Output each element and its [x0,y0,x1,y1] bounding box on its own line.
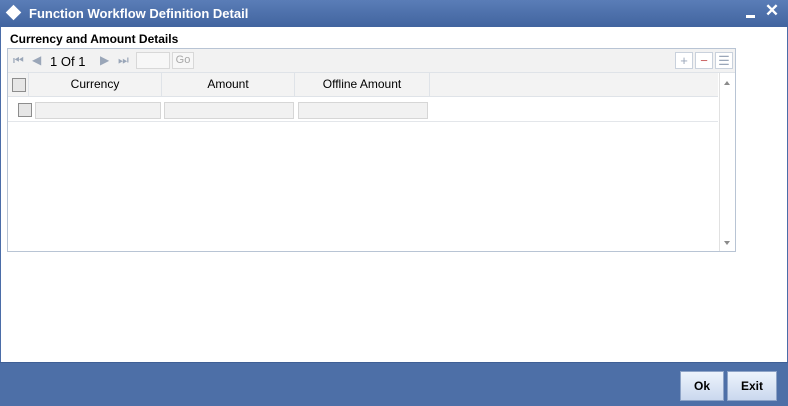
minimize-icon[interactable] [744,6,758,20]
previous-page-icon[interactable]: ◀ [32,53,41,67]
select-all-checkbox[interactable] [12,78,26,92]
row-select-checkbox[interactable] [18,103,32,117]
column-header-currency[interactable]: Currency [29,73,162,96]
vertical-scrollbar[interactable] [719,73,735,251]
column-header-offline-amount[interactable]: Offline Amount [295,73,430,96]
first-page-icon[interactable]: ⏮ [13,53,24,67]
delete-row-icon[interactable]: − [695,52,713,69]
currency-input[interactable] [35,102,161,119]
next-page-icon[interactable]: ▶ [100,53,109,67]
exit-button[interactable]: Exit [727,371,777,401]
section-title: Currency and Amount Details [10,32,179,46]
window-title: Function Workflow Definition Detail [29,6,249,21]
pager-status: 1 Of 1 [50,54,85,69]
currency-amount-grid: ⏮ ◀ 1 Of 1 ▶ ⏭ Go + − ☰ Currency Amount … [7,48,736,252]
app-diamond-icon [5,4,22,21]
current-page: 1 [50,54,58,69]
amount-input[interactable] [164,102,294,119]
of-label: Of [60,54,75,69]
close-icon[interactable]: ✕ [764,2,780,20]
scroll-up-icon[interactable] [724,81,730,85]
ok-button[interactable]: Ok [680,371,724,401]
total-pages: 1 [78,54,86,69]
page-number-input[interactable] [136,52,170,69]
single-record-view-icon[interactable]: ☰ [715,52,733,69]
grid-toolbar: ⏮ ◀ 1 Of 1 ▶ ⏭ Go + − ☰ [8,49,735,73]
window-titlebar: Function Workflow Definition Detail ✕ [0,0,788,27]
go-button[interactable]: Go [172,52,194,69]
footer-bar: Ok Exit [0,362,788,406]
scroll-down-icon[interactable] [724,241,730,245]
offline-amount-input[interactable] [298,102,428,119]
add-row-icon[interactable]: + [675,52,693,69]
select-all-cell [8,73,29,96]
table-row [8,97,718,122]
last-page-icon[interactable]: ⏭ [118,53,129,67]
column-header-amount[interactable]: Amount [162,73,295,96]
grid-header: Currency Amount Offline Amount [8,73,718,97]
